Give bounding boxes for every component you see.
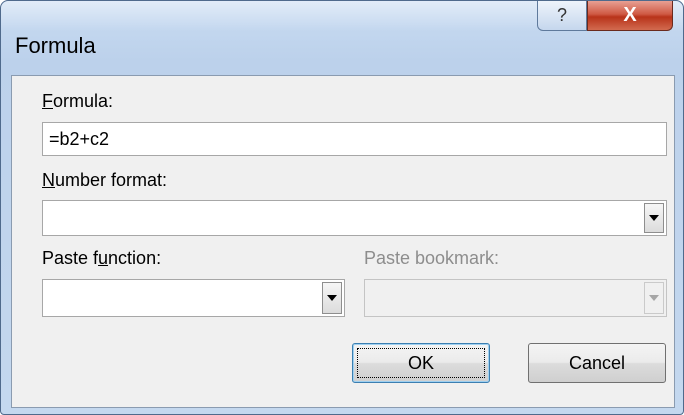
chevron-down-icon [649, 295, 659, 301]
paste-bookmark-dropdown-button [644, 282, 664, 314]
number-format-dropdown-button[interactable] [644, 203, 664, 233]
paste-function-label: Paste function: [42, 248, 162, 268]
chevron-down-icon [649, 215, 659, 221]
dialog-window: Formula ? X Formula: Number format: Past… [0, 0, 684, 415]
paste-function-combo[interactable] [42, 279, 345, 317]
focus-rect [357, 348, 485, 378]
ok-button[interactable]: OK [352, 343, 490, 383]
close-icon: X [623, 4, 637, 26]
dialog-title: Formula [15, 33, 96, 58]
paste-bookmark-label: Paste bookmark: [364, 248, 500, 268]
number-format-label: Number format: [42, 170, 168, 190]
dialog-body: Formula: Number format: Paste function: … [11, 75, 675, 408]
paste-function-dropdown-button[interactable] [322, 282, 342, 314]
formula-label: Formula: [42, 91, 114, 111]
help-icon: ? [556, 5, 567, 25]
paste-bookmark-combo [364, 279, 667, 317]
cancel-label: Cancel [568, 352, 626, 373]
cancel-button[interactable]: Cancel [528, 343, 666, 383]
formula-input[interactable] [42, 122, 667, 156]
help-button[interactable]: ? [537, 1, 587, 31]
close-button[interactable]: X [587, 1, 673, 31]
chevron-down-icon [327, 295, 337, 301]
number-format-combo[interactable] [42, 200, 667, 236]
